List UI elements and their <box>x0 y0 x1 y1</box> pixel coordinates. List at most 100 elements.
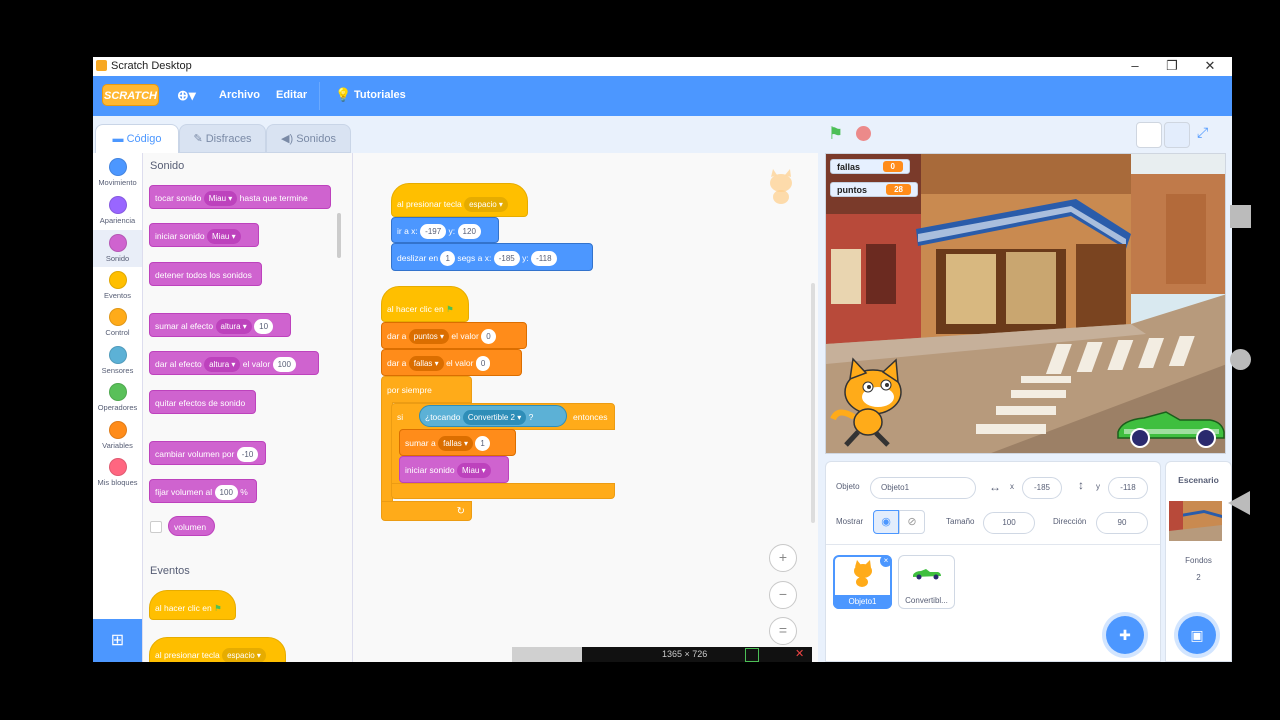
side-square-icon[interactable] <box>1230 205 1251 228</box>
block-dropdown[interactable]: Convertible 2 ▾ <box>462 410 527 426</box>
block-dropdown[interactable]: altura ▾ <box>215 319 252 335</box>
canvas-scrollbar[interactable] <box>811 283 815 523</box>
block-dropdown[interactable]: espacio ▾ <box>222 648 266 662</box>
block-input[interactable]: -118 <box>531 251 557 267</box>
category-eventos[interactable]: Eventos <box>93 271 142 305</box>
stop-icon[interactable] <box>856 126 871 141</box>
block-dropdown[interactable]: fallas ▾ <box>408 356 444 372</box>
green-flag-icon[interactable]: ⚑ <box>828 124 843 144</box>
tab-sonidos[interactable]: ◀) Sonidos <box>266 124 351 153</box>
category-operadores[interactable]: Operadores <box>93 383 142 417</box>
cancel-icon[interactable]: ✕ <box>795 647 804 660</box>
small-stage-button[interactable] <box>1136 122 1162 148</box>
block-al-presionar-tecla[interactable]: al presionar tecla espacio ▾ <box>149 637 286 662</box>
block-input[interactable]: -185 <box>493 251 520 267</box>
block-al-hacer-clic[interactable]: al hacer clic en ⚑ <box>149 590 236 620</box>
category-movimiento[interactable]: Movimiento <box>93 158 142 192</box>
zoom-out-button[interactable]: − <box>769 581 797 609</box>
palette-scrollbar[interactable] <box>337 213 341 258</box>
x-input[interactable]: -185 <box>1022 477 1062 499</box>
sprite-thumb-objeto1[interactable]: × Objeto1 <box>833 555 892 609</box>
cat-sprite[interactable] <box>828 357 918 447</box>
extension-button[interactable]: ⊞ <box>93 619 142 662</box>
stage-selector[interactable]: Escenario Fondos 2 ▣ <box>1165 461 1232 662</box>
y-input[interactable]: -118 <box>1108 477 1148 499</box>
show-eye-icon[interactable]: ◉ <box>873 510 899 534</box>
script2-hat[interactable]: al hacer clic en ⚑ <box>381 286 469 322</box>
close-icon[interactable]: ✕ <box>1200 58 1220 74</box>
block-cambiar-volumen[interactable]: cambiar volumen por -10 <box>149 441 266 465</box>
category-control[interactable]: Control <box>93 308 142 342</box>
block-input[interactable]: 100 <box>214 485 238 501</box>
monitor-fallas[interactable]: fallas 0 <box>830 159 910 174</box>
block-detener-sonidos[interactable]: detener todos los sonidos <box>149 262 262 286</box>
block-fijar-volumen[interactable]: fijar volumen al 100 % <box>149 479 257 503</box>
block-input[interactable]: -10 <box>236 447 259 463</box>
block-dropdown[interactable]: Miau ▾ <box>203 191 238 207</box>
block-input[interactable]: 100 <box>272 357 296 373</box>
script2-iniciar-sonido[interactable]: iniciar sonido Miau ▾ <box>399 456 509 483</box>
scratch-logo[interactable]: SCRATCH <box>102 84 159 106</box>
monitor-puntos[interactable]: puntos 28 <box>830 182 918 197</box>
sprite-name-input[interactable]: Objeto1 <box>870 477 976 499</box>
globe-icon[interactable]: ⊕▾ <box>177 87 196 104</box>
fullscreen-icon[interactable]: ⤢ <box>1197 124 1208 141</box>
condition-tocando[interactable]: ¿tocando Convertible 2 ▾ ? <box>419 405 567 427</box>
category-sonido[interactable]: Sonido <box>93 230 142 267</box>
zoom-reset-button[interactable]: = <box>769 617 797 645</box>
sprite-thumb-convertible[interactable]: Convertibl... <box>898 555 955 609</box>
add-sprite-button[interactable]: ✚ <box>1106 616 1144 654</box>
block-sumar-efecto[interactable]: sumar al efecto altura ▾ 10 <box>149 313 291 337</box>
menu-tutoriales[interactable]: Tutoriales <box>354 89 406 101</box>
category-mis-bloques[interactable]: Mis bloques <box>93 458 142 492</box>
tab-codigo[interactable]: ▬ Código <box>95 124 179 153</box>
script1-goto[interactable]: ir a x: -197 y: 120 <box>391 217 499 243</box>
block-input[interactable]: 0 <box>481 329 496 345</box>
category-sensores[interactable]: Sensores <box>93 346 142 380</box>
script2-set-fallas[interactable]: dar a fallas ▾ el valor 0 <box>381 349 522 376</box>
block-tocar-sonido[interactable]: tocar sonido Miau ▾ hasta que termine <box>149 185 331 209</box>
block-input[interactable]: -197 <box>420 224 447 240</box>
side-circle-icon[interactable] <box>1230 349 1251 370</box>
block-volumen-reporter[interactable]: volumen <box>168 516 215 536</box>
block-input[interactable]: 10 <box>254 319 274 335</box>
add-backdrop-button[interactable]: ▣ <box>1178 616 1216 654</box>
block-input[interactable]: 0 <box>475 356 491 372</box>
block-dropdown[interactable]: Miau ▾ <box>457 463 491 479</box>
block-input[interactable]: 1 <box>475 436 490 452</box>
script1-glide[interactable]: deslizar en 1 segs a x: -185 y: -118 <box>391 243 593 271</box>
confirm-icon[interactable] <box>745 648 759 662</box>
block-dropdown[interactable]: fallas ▾ <box>438 436 474 452</box>
direction-input[interactable]: 90 <box>1096 512 1148 534</box>
block-dropdown[interactable]: puntos ▾ <box>408 329 450 345</box>
block-dar-efecto[interactable]: dar al efecto altura ▾ el valor 100 <box>149 351 319 375</box>
restore-icon[interactable]: ❐ <box>1162 58 1182 74</box>
block-iniciar-sonido[interactable]: iniciar sonido Miau ▾ <box>149 223 259 247</box>
zoom-in-button[interactable]: + <box>769 544 797 572</box>
volumen-checkbox[interactable] <box>150 521 162 533</box>
block-dropdown[interactable]: espacio ▾ <box>464 197 508 213</box>
menu-editar[interactable]: Editar <box>276 89 307 101</box>
category-variables[interactable]: Variables <box>93 421 142 455</box>
minimize-icon[interactable]: – <box>1125 58 1145 73</box>
convertible-car-sprite[interactable] <box>1114 402 1226 450</box>
stage[interactable]: fallas 0 puntos 28 <box>825 153 1226 454</box>
tab-disfraces[interactable]: ✎ Disfraces <box>179 124 266 153</box>
block-text: tocar sonido <box>155 193 202 203</box>
category-apariencia[interactable]: Apariencia <box>93 196 142 230</box>
block-quitar-efectos[interactable]: quitar efectos de sonido <box>149 390 256 414</box>
block-input[interactable]: 120 <box>457 224 481 240</box>
script1-hat[interactable]: al presionar tecla espacio ▾ <box>391 183 528 217</box>
normal-stage-button[interactable] <box>1164 122 1190 148</box>
script2-forever[interactable]: por siempre <box>381 376 472 403</box>
size-input[interactable]: 100 <box>983 512 1035 534</box>
block-input[interactable]: 1 <box>440 251 455 267</box>
menu-archivo[interactable]: Archivo <box>219 89 260 101</box>
side-back-icon[interactable] <box>1228 491 1250 515</box>
block-dropdown[interactable]: Miau ▾ <box>207 229 241 245</box>
script2-change-fallas[interactable]: sumar a fallas ▾ 1 <box>399 429 516 456</box>
block-dropdown[interactable]: altura ▾ <box>204 357 241 373</box>
delete-sprite-icon[interactable]: × <box>880 555 892 567</box>
script2-set-puntos[interactable]: dar a puntos ▾ el valor 0 <box>381 322 527 349</box>
hide-eye-icon[interactable]: ⊘ <box>899 510 925 534</box>
